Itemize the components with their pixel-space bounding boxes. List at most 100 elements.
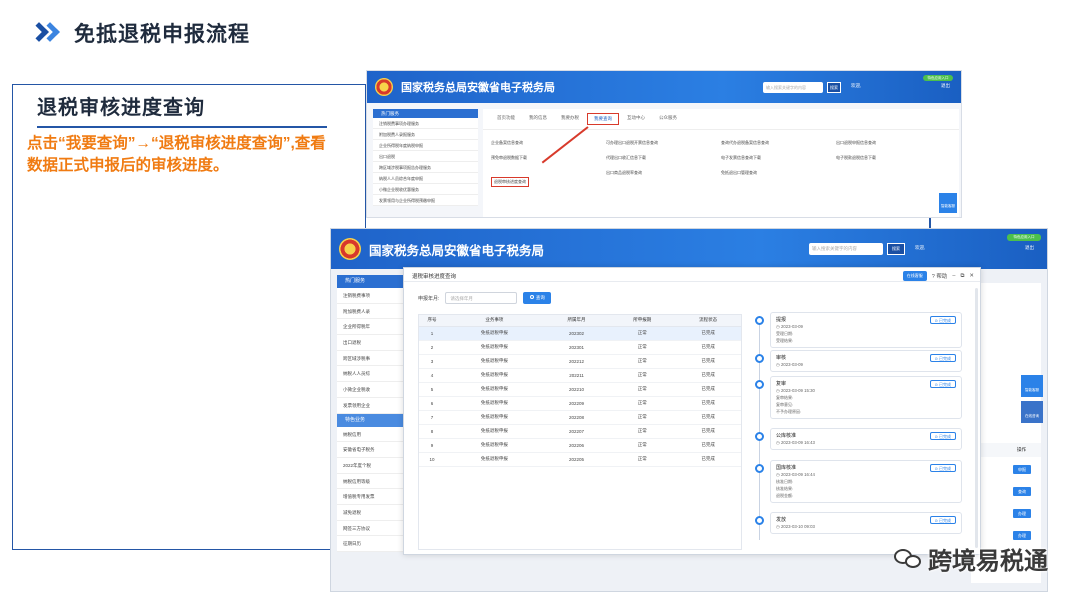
query-button[interactable]: 查询 [1013,487,1031,496]
column-header: 所申报期 [609,315,676,327]
search-button[interactable]: 搜索 [887,243,905,255]
table-cell: 正常 [609,382,676,397]
sidebar-item[interactable]: 纳税信用等级 [337,473,403,490]
sidebar-item[interactable]: 注销税费事项办理服务 [373,118,478,129]
help-link[interactable]: ? 帮助 [932,272,948,280]
table-row[interactable]: 5 免抵退税申报 202210 正常 已完成 [419,382,741,397]
table-cell: 2 [419,340,445,355]
status-badge-label: 已完成 [939,356,951,361]
table-row[interactable]: 2 免抵退税申报 202301 正常 已完成 [419,340,741,355]
query-link[interactable]: 代理出口收汇信息下载 [606,155,721,161]
step-time: ◷ 2023-03-09 [776,324,803,329]
step-time: ◷ 2023-03-09 15:30 [776,388,815,393]
smart-service-button[interactable]: 智能客服 [1021,375,1043,397]
sidebar-item[interactable]: 跨区域涉税事项报告办理服务 [373,162,478,173]
sidebar-item[interactable]: 企业所得税年 [337,319,403,336]
query-link[interactable]: 电子发票信息查询下载 [721,155,836,161]
table-row[interactable]: 9 免抵退税申报 202206 正常 已完成 [419,438,741,453]
smart-service-button[interactable]: 智能客服 [939,193,957,213]
portal-content: 首页功能 我的信息 我要办税 我要查询 互动中心 公众服务 企业备案信息查询 可… [483,109,959,217]
timeline-card: 发放 ◷ 2023-03-10 09:03 ⊙ 已完成 [770,512,962,534]
handle-button[interactable]: 办理 [1013,531,1031,540]
logout-link[interactable]: 退出 [941,83,950,89]
step-detail: 受理日期: [776,331,794,336]
status-badge: ⊙ 已完成 [929,380,956,388]
sidebar-item[interactable]: 纳税信用 [337,426,403,443]
tab-interaction[interactable]: 互动中心 [621,113,651,125]
table-cell: 免抵退税申报 [445,326,544,341]
table-cell: 正常 [609,368,676,383]
refund-progress-query-link[interactable]: 退税审核进度查询 [491,177,529,187]
search-button[interactable]: 搜索 [827,82,841,93]
step-time-value: 2023-03-09 15:30 [780,388,815,393]
sidebar-item[interactable]: 2022年度个税 [337,457,403,474]
table-row[interactable]: 10 免抵退税申报 202205 正常 已完成 [419,452,741,467]
modal-scrollbar[interactable] [975,288,978,548]
maximize-icon[interactable]: ⧉ [960,273,964,280]
online-consult-button[interactable]: 在线咨询 [1021,401,1043,423]
query-link[interactable] [836,170,951,188]
table-cell: 正常 [609,452,676,467]
handle-button[interactable]: 办理 [1013,509,1031,518]
tab-do-tax[interactable]: 我要办税 [555,113,585,125]
table-row[interactable]: 1 免抵退税申报 202302 正常 已完成 [419,326,741,341]
feature-entry-badge[interactable]: 特色应用入口 [923,75,953,81]
query-link[interactable]: 查询代办退税备案信息查询 [721,140,836,146]
sidebar-item[interactable]: 纳税人人员综 [337,366,403,383]
declare-month-input[interactable]: 请选择年月 [445,292,518,304]
table-row[interactable]: 6 免抵退税申报 202209 正常 已完成 [419,396,741,411]
feature-entry-badge[interactable]: 特色应用入口 [1007,234,1041,241]
step-time: ◷ 2023-03-10 09:03 [776,524,815,529]
tab-public-service[interactable]: 公众服务 [653,113,683,125]
online-service-button[interactable]: 在线客服 [902,271,927,281]
sidebar-item[interactable]: 纳税人人员综合年度申报 [373,173,478,184]
timeline-line [759,320,760,540]
tab-query[interactable]: 我要查询 [587,113,619,125]
logout-link[interactable]: 退出 [1025,245,1034,251]
query-button-label: 查询 [535,295,545,300]
close-icon[interactable]: ✕ [969,273,974,279]
tab-my-info[interactable]: 我的信息 [523,113,553,125]
query-button[interactable]: 查询 [523,292,552,304]
table-row[interactable]: 7 免抵退税申报 202208 正常 已完成 [419,410,741,425]
sidebar-item[interactable]: 附加税费人录报服务 [373,129,478,140]
query-link[interactable]: 企业备案信息查询 [491,140,606,146]
sidebar-item[interactable]: 小微企业税收优惠服务 [373,184,478,195]
sidebar-item[interactable]: 增值税专用发票 [337,489,403,505]
table-row[interactable]: 4 免抵退税申报 202211 正常 已完成 [419,368,741,383]
portal-brand: 国家税务总局安徽省电子税务局 [369,243,545,258]
sidebar-item[interactable]: 出口退税 [337,335,403,351]
declare-button[interactable]: 申报 [1013,465,1031,474]
sidebar-item[interactable]: 征期日历 [337,536,403,552]
modal-toolbar: 在线客服 ? 帮助 – ⧉ ✕ [902,271,974,281]
search-input[interactable]: 输入搜索关键字的内容 [763,82,823,93]
sidebar-item[interactable]: 安徽省电子税务 [337,442,403,458]
sidebar-item[interactable]: 注销税费事项 [337,288,403,304]
query-link[interactable]: 可办理出口退税开票信息查询 [606,140,721,146]
timeline-dot-icon [755,316,764,325]
sidebar-item[interactable]: 发票领用企业 [337,397,403,414]
sidebar-item[interactable]: 减免退税 [337,504,403,521]
table-cell: 3 [419,354,445,369]
status-badge-label: 已完成 [939,434,951,439]
sidebar-item[interactable]: 出口退税 [373,151,478,162]
query-link[interactable]: 电子税款退税信息下载 [836,155,951,161]
sidebar-item[interactable]: 附加税费人录 [337,303,403,320]
table-cell: 7 [419,410,445,425]
sidebar-item[interactable]: 网签三方协议 [337,520,403,537]
wechat-icon [894,547,924,571]
status-badge-label: 已完成 [939,318,951,323]
query-link[interactable]: 免抵退出口管理查询 [721,170,836,188]
sidebar-item[interactable]: 企业所得税年度纳税申报 [373,140,478,151]
search-input[interactable]: 输入搜索关键字的内容 [809,243,883,255]
table-row[interactable]: 8 免抵退税申报 202207 正常 已完成 [419,424,741,439]
sidebar-item[interactable]: 跨区域涉税事 [337,350,403,367]
table-row[interactable]: 3 免抵退税申报 202212 正常 已完成 [419,354,741,369]
query-link[interactable]: 出口商品退税率查询 [606,170,721,188]
minimize-icon[interactable]: – [952,273,955,279]
sidebar-item[interactable]: 发票领用与企业所得税预缴申报 [373,195,478,206]
sidebar-item[interactable]: 小微企业税收 [337,382,403,398]
query-link[interactable]: 出口退税申报信息查询 [836,140,951,146]
divider [404,281,980,282]
tab-home[interactable]: 首页功能 [491,113,521,125]
